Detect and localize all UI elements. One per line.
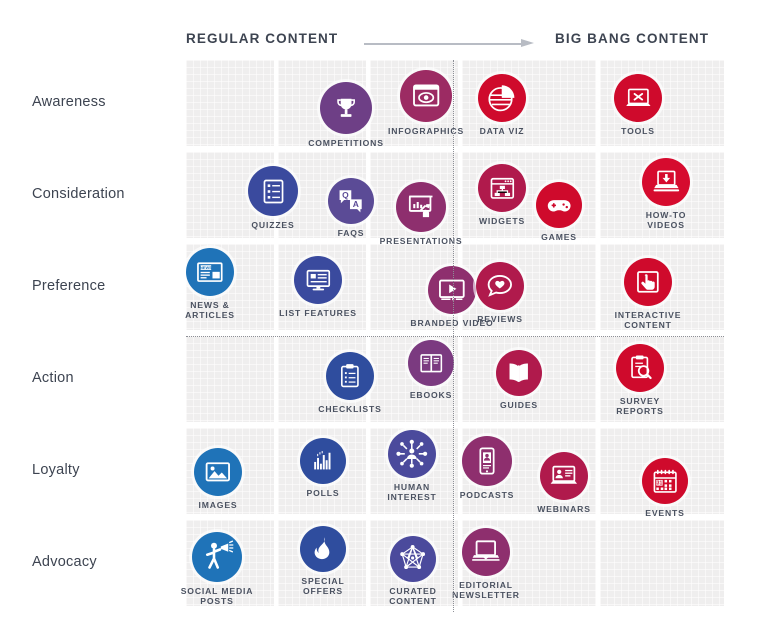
content-type-item[interactable]: HOW-TO VIDEOS <box>618 158 714 231</box>
svg-text:31: 31 <box>656 480 662 486</box>
content-type-label: GUIDES <box>499 400 539 410</box>
content-type-label: SPECIAL OFFERS <box>301 576 345 597</box>
checklist-screen-icon <box>248 166 298 216</box>
qa-bubbles-icon: QA <box>328 178 374 224</box>
right-arrow-icon <box>364 39 536 48</box>
content-type-item[interactable]: GUIDES <box>471 350 567 410</box>
content-type-label: TOOLS <box>621 126 655 136</box>
newsletter-laptop-icon <box>462 528 510 576</box>
chat-heart-icon <box>476 262 524 310</box>
content-type-item[interactable]: DATA VIZ <box>454 74 550 136</box>
phone-person-icon <box>462 436 512 486</box>
gamepad-icon <box>536 182 582 228</box>
content-type-item[interactable]: GAMES <box>511 182 607 242</box>
content-type-item[interactable]: EBOOKS <box>383 340 479 400</box>
content-type-label: REVIEWS <box>477 314 523 324</box>
content-type-item[interactable]: SOCIAL MEDIA POSTS <box>169 532 265 607</box>
laptop-tools-icon <box>614 74 662 122</box>
stage-label-action: Action <box>32 370 74 386</box>
content-type-item[interactable]: SURVEY REPORTS <box>592 344 688 417</box>
matrix-cell <box>186 60 274 146</box>
content-type-item[interactable]: POLLS <box>275 438 371 498</box>
stage-label-preference: Preference <box>32 278 106 294</box>
horizontal-divider <box>186 336 724 337</box>
content-type-item[interactable]: IMAGES <box>170 448 266 510</box>
content-type-item[interactable]: SPECIAL OFFERS <box>275 526 371 597</box>
content-type-item[interactable]: LIST FEATURES <box>270 256 366 318</box>
svg-text:A: A <box>353 200 359 210</box>
content-type-label: CHECKLISTS <box>318 404 382 414</box>
stage-label-consideration: Consideration <box>32 186 125 202</box>
network-person-icon <box>388 430 436 478</box>
matrix-cell <box>600 520 724 606</box>
content-type-label: NEWS & ARTICLES <box>185 300 235 321</box>
calendar-icon: 31 <box>642 458 688 504</box>
stage-label-awareness: Awareness <box>32 94 106 110</box>
content-type-item[interactable]: TOOLS <box>590 74 686 136</box>
content-type-label: INTERACTIVE CONTENT <box>614 310 682 331</box>
content-type-label: WEBINARS <box>537 504 591 514</box>
content-type-label: IMAGES <box>198 500 238 510</box>
content-type-label: HOW-TO VIDEOS <box>645 210 687 231</box>
content-type-item[interactable]: NEWS NEWS & ARTICLES <box>162 248 258 321</box>
content-type-label: GAMES <box>541 232 577 242</box>
newspaper-icon: NEWS <box>186 248 234 296</box>
spectrum-header: REGULAR CONTENT BIG BANG CONTENT <box>0 28 760 54</box>
pie-chart-icon <box>478 74 526 122</box>
node-graph-icon <box>390 536 436 582</box>
content-type-item[interactable]: INTERACTIVE CONTENT <box>600 258 696 331</box>
image-icon <box>194 448 242 496</box>
megaphone-person-icon <box>192 532 242 582</box>
svg-text:Q: Q <box>342 190 349 200</box>
bar-chart-icon <box>300 438 346 484</box>
content-type-label: POLLS <box>306 488 340 498</box>
click-hand-icon <box>624 258 672 306</box>
content-type-label: EVENTS <box>645 508 685 518</box>
header-label-big-bang-content: BIG BANG CONTENT <box>555 31 710 46</box>
content-type-label: EBOOKS <box>409 390 453 400</box>
stage-label-loyalty: Loyalty <box>32 462 80 478</box>
flame-icon <box>300 526 346 572</box>
stage-label-advocacy: Advocacy <box>32 554 97 570</box>
content-type-label: PRESENTATIONS <box>379 236 463 246</box>
download-laptop-icon <box>642 158 690 206</box>
content-type-label: COMPETITIONS <box>308 138 384 148</box>
content-type-label: LIST FEATURES <box>279 308 357 318</box>
survey-search-icon <box>616 344 664 392</box>
list-monitor-icon <box>294 256 342 304</box>
content-type-label: SURVEY REPORTS <box>616 396 664 417</box>
header-label-regular-content: REGULAR CONTENT <box>186 31 339 46</box>
clipboard-icon <box>326 352 374 400</box>
svg-text:NEWS: NEWS <box>200 265 212 270</box>
webinar-laptop-icon <box>540 452 588 500</box>
book-icon <box>496 350 542 396</box>
eye-screen-icon <box>400 70 452 122</box>
content-type-item[interactable]: REVIEWS <box>452 262 548 324</box>
content-type-label: SOCIAL MEDIA POSTS <box>180 586 254 607</box>
open-book-icon <box>408 340 454 386</box>
content-type-item[interactable]: 31 EVENTS <box>617 458 713 518</box>
presentation-icon <box>396 182 446 232</box>
content-type-label: DATA VIZ <box>479 126 525 136</box>
matrix-cell <box>186 336 274 422</box>
content-type-item[interactable]: WEBINARS <box>516 452 612 514</box>
trophy-icon <box>320 82 372 134</box>
